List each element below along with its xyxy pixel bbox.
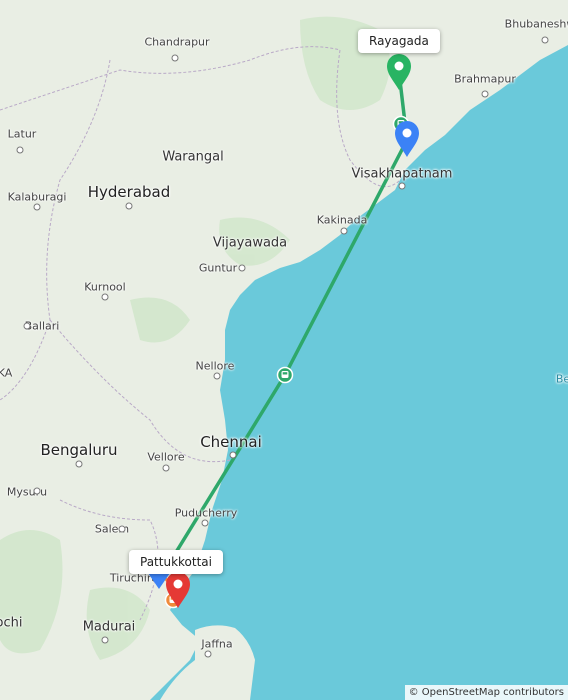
- callout-end[interactable]: Pattukkottai: [129, 550, 223, 574]
- city-dot: [398, 182, 406, 190]
- city-label-kalaburagi: Kalaburagi: [7, 190, 67, 204]
- city-dot: [33, 203, 41, 211]
- city-label-kurnool: Kurnool: [84, 280, 126, 294]
- city-dot: [101, 293, 109, 301]
- city-label-chandrapur: Chandrapur: [144, 35, 210, 49]
- city-dot: [213, 372, 221, 380]
- city-label-puducherry: Puducherry: [174, 506, 238, 520]
- map-attribution[interactable]: © OpenStreetMap contributors: [404, 685, 568, 700]
- city-label-latur: Latur: [7, 127, 37, 141]
- city-label-kochi: ochi: [0, 615, 23, 631]
- city-dot: [238, 264, 246, 272]
- city-label-bengaluru: Bengaluru: [40, 441, 118, 459]
- city-label-nellore: Nellore: [195, 359, 235, 373]
- city-label-jaffna: Jaffna: [201, 637, 233, 651]
- city-dot: [481, 90, 489, 98]
- city-label-visakhapatnam: Visakhapatnam: [351, 166, 453, 182]
- city-label-warangal: Warangal: [162, 149, 224, 165]
- city-dot: [171, 54, 179, 62]
- city-label-kakinada: Kakinada: [316, 213, 368, 227]
- city-label-be-edge: Be: [555, 372, 568, 386]
- city-dot: [125, 202, 133, 210]
- city-dot: [201, 519, 209, 527]
- city-label-hyderabad: Hyderabad: [87, 183, 171, 201]
- city-label-bhubaneswar: Bhubaneshw: [504, 17, 568, 31]
- city-label-madurai: Madurai: [82, 619, 136, 635]
- city-label-guntur: Guntur: [198, 261, 238, 275]
- city-dot: [541, 36, 549, 44]
- map-base-layer: [0, 0, 568, 700]
- city-label-chennai: Chennai: [200, 433, 262, 451]
- city-label-vellore: Vellore: [147, 450, 185, 464]
- city-dot: [101, 636, 109, 644]
- city-dot: [23, 322, 31, 330]
- city-dot: [162, 464, 170, 472]
- city-label-vijayawada: Vijayawada: [212, 235, 288, 251]
- city-dot: [16, 146, 24, 154]
- callout-start[interactable]: Rayagada: [358, 29, 440, 53]
- city-dot: [33, 487, 41, 495]
- city-dot: [229, 451, 237, 459]
- city-dot: [118, 525, 126, 533]
- city-dot: [75, 460, 83, 468]
- map-canvas[interactable]: Bhubaneshw Chandrapur Brahmapur Warangal…: [0, 0, 568, 700]
- city-label-mysuru: Mysuru: [6, 485, 48, 499]
- city-label-brahmapur: Brahmapur: [454, 72, 516, 86]
- city-dot: [340, 227, 348, 235]
- city-dot: [204, 650, 212, 658]
- city-label-ka-edge: KA: [0, 366, 13, 380]
